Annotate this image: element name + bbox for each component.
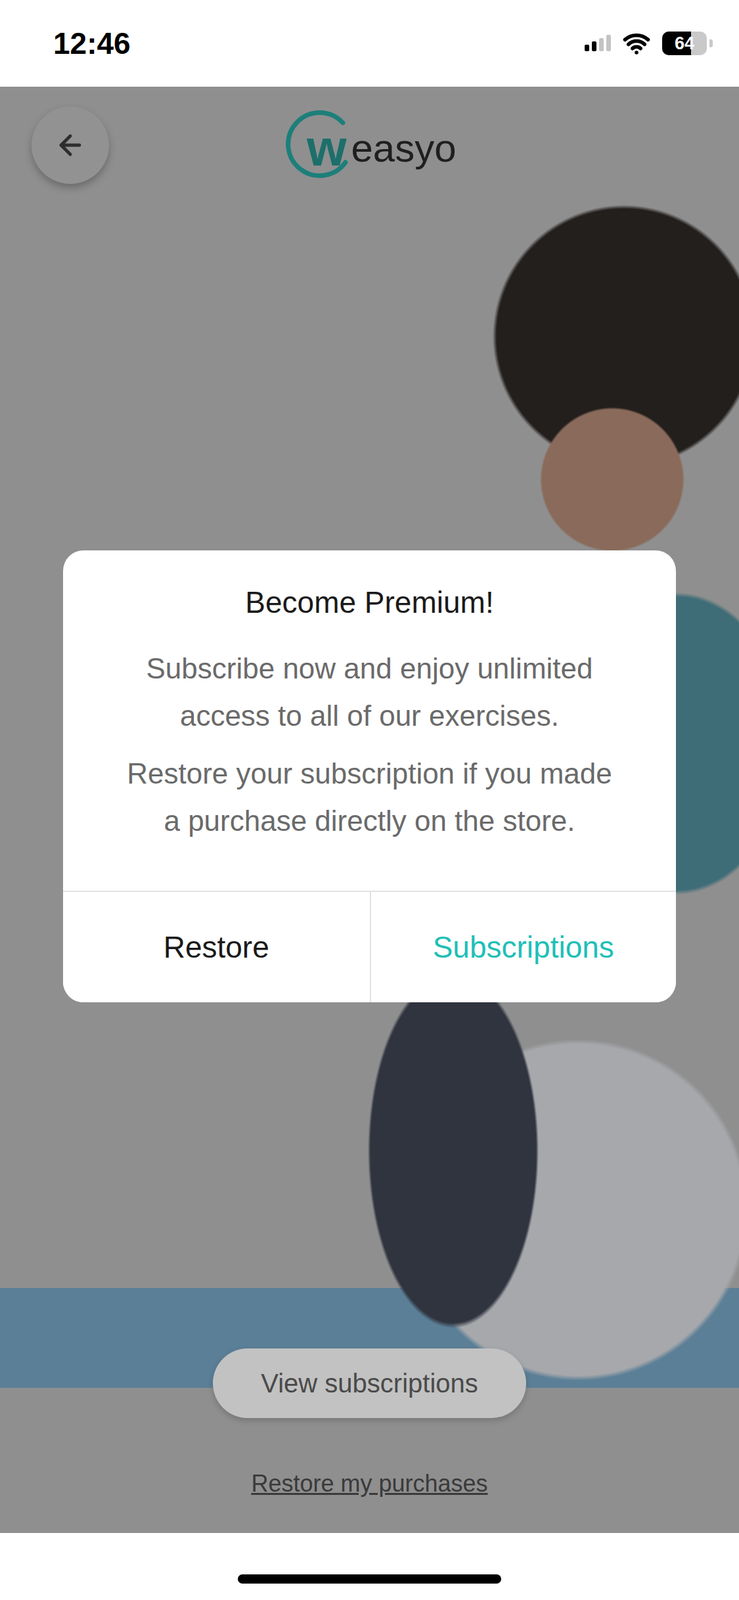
dialog-button[interactable]: Restore [63,892,370,1003]
signal-bar [591,41,597,52]
view-subscriptions-button[interactable]: View subscriptions [212,1348,527,1419]
header: weasyo [31,106,708,184]
premium-dialog: Become Premium! Subscribe now and enjoy u… [63,550,676,1003]
dialog-title: Become Premium! [245,584,494,621]
signal-bar [606,34,611,52]
signal-bar [584,44,590,52]
back-button[interactable] [31,106,110,184]
wifi-icon [622,29,651,58]
back-arrow-icon [54,129,87,161]
dialog-message: Subscribe now and enjoy unlimited access… [115,645,624,740]
logo-letter: w [306,122,347,174]
status-time: 12:46 [53,25,131,62]
status-bar: 12:46 64 [0,0,739,87]
paywall-page: weasyo View subscriptions Restore my purch… [0,86,739,1534]
logo-mark: w [282,108,357,182]
restore-purchases-link[interactable]: Restore my purchases [250,1470,488,1498]
battery-icon: 64 [662,31,707,56]
signal-bar [599,38,604,52]
dialog-button[interactable]: Subscriptions [369,892,677,1003]
dialog-actions: RestoreSubscriptions [63,890,676,1003]
screen: 12:46 64 weasyo View subscriptions Restore m… [0,0,739,1600]
dialog-message: Restore your subscription if you made a … [115,750,624,845]
logo: weasyo [282,108,456,182]
signal-icon [584,35,611,52]
battery-cap [709,39,713,48]
battery-text: 64 [674,33,695,54]
home-area [0,1533,739,1600]
logo-text: easyo [350,125,456,171]
home-indicator[interactable] [237,1574,502,1584]
dialog-body: Become Premium! Subscribe now and enjoy u… [63,550,676,891]
status-icons: 64 [584,29,713,58]
